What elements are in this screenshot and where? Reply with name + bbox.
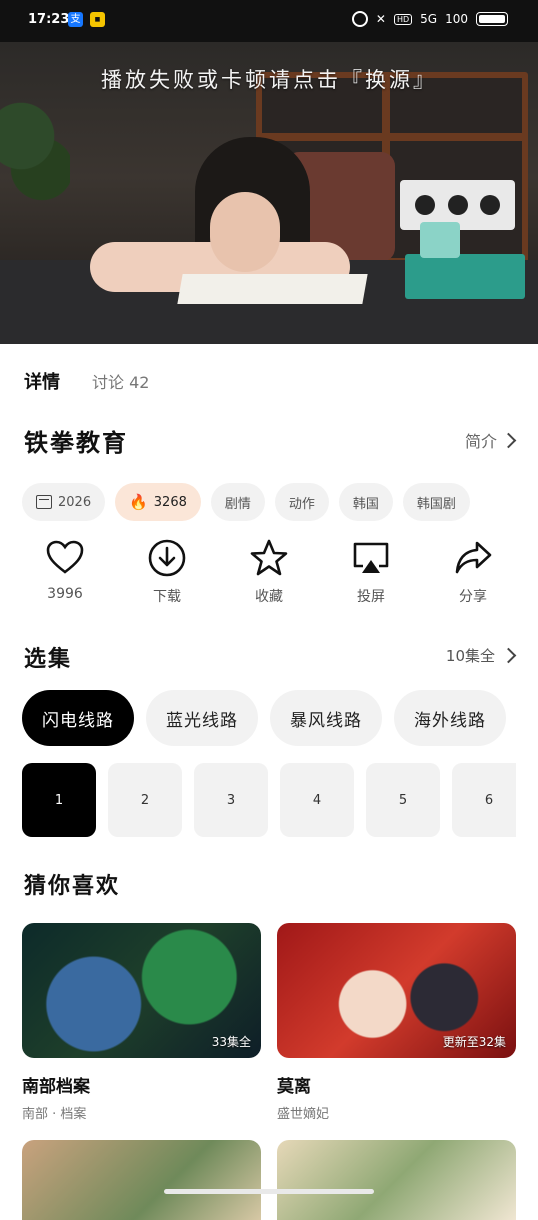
- battery-text: 100: [445, 12, 468, 26]
- signal-label: 5G: [420, 12, 438, 26]
- chevron-right-icon: [500, 432, 517, 448]
- recommend-card[interactable]: 更新至32集 莫离 盛世嫡妃: [277, 923, 516, 1122]
- recommend-grid: 33集全 南部档案 南部 · 档案 更新至32集 莫离 盛世嫡妃: [22, 923, 516, 1122]
- card-subtitle: 南部 · 档案: [22, 1107, 87, 1122]
- flame-icon: 🔥: [129, 493, 148, 511]
- episode-badge: 更新至32集: [442, 1035, 506, 1049]
- episodes-all-link[interactable]: 10集全: [445, 645, 517, 666]
- tab-discussion[interactable]: 讨论 42: [92, 369, 149, 393]
- app-badge-icon: ■: [90, 12, 105, 27]
- poster-image[interactable]: [22, 1140, 261, 1220]
- cast-label: 投屏: [357, 589, 385, 605]
- episode-item[interactable]: 6: [452, 763, 516, 837]
- heart-icon: [46, 540, 84, 574]
- recommend-title: 猜你喜欢: [24, 874, 121, 899]
- line-option[interactable]: 闪电线路: [22, 690, 134, 746]
- poster-image: 33集全: [22, 923, 261, 1058]
- episodes-title: 选集: [24, 647, 73, 672]
- show-title: 铁拳教育: [24, 429, 128, 457]
- recommend-card[interactable]: 33集全 南部档案 南部 · 档案: [22, 923, 261, 1122]
- category-chip[interactable]: 韩国剧: [402, 483, 470, 521]
- status-bar: 17:23 支 ■ ✕ HD 5G 100: [0, 0, 538, 42]
- episodes-count: 10集全: [445, 647, 495, 665]
- favorite-button[interactable]: 收藏: [224, 538, 314, 606]
- battery-icon: [476, 12, 508, 26]
- favorite-label: 收藏: [255, 589, 283, 605]
- year-chip[interactable]: 2026: [22, 483, 106, 521]
- books-scene: [405, 254, 525, 299]
- book-scene: [177, 274, 368, 304]
- region-chip[interactable]: 韩国: [338, 483, 393, 521]
- tag-list: 2026 🔥 3268 剧情 动作 韩国 韩国剧: [22, 483, 470, 521]
- intro-link[interactable]: 简介: [464, 428, 517, 452]
- plant-decoration: [0, 92, 70, 202]
- alipay-icon: 支: [68, 12, 83, 27]
- recommend-grid-row2: [22, 1140, 516, 1220]
- download-icon: [148, 539, 186, 577]
- alarm-icon: [351, 11, 368, 27]
- episode-item[interactable]: 1: [22, 763, 96, 837]
- action-bar: 3996 下载 收藏 投屏 分享: [20, 538, 518, 606]
- actor-face: [210, 192, 280, 272]
- change-source-tip[interactable]: 播放失败或卡顿请点击『换源』: [0, 64, 538, 94]
- line-option[interactable]: 海外线路: [394, 690, 506, 746]
- detail-tabs: 详情 讨论 42: [24, 368, 149, 394]
- download-label: 下载: [153, 589, 181, 605]
- hd-badge: HD: [393, 13, 413, 25]
- line-option[interactable]: 暴风线路: [270, 690, 382, 746]
- mute-icon: ✕: [375, 12, 386, 26]
- line-option[interactable]: 蓝光线路: [146, 690, 258, 746]
- cast-icon: [353, 542, 389, 573]
- genre-chip[interactable]: 动作: [274, 483, 329, 521]
- status-icons: ✕ HD 5G 100: [351, 11, 508, 27]
- chevron-right-icon: [500, 647, 517, 664]
- download-button[interactable]: 下载: [122, 538, 212, 606]
- intro-label: 简介: [464, 432, 497, 451]
- tab-details[interactable]: 详情: [24, 368, 60, 394]
- video-player[interactable]: 播放失败或卡顿请点击『换源』: [0, 42, 538, 344]
- share-button[interactable]: 分享: [428, 538, 518, 606]
- like-count: 3996: [47, 586, 83, 602]
- share-label: 分享: [459, 589, 487, 605]
- home-indicator[interactable]: [164, 1189, 374, 1194]
- star-icon: [250, 539, 288, 576]
- card-title: 南部档案: [22, 1077, 90, 1097]
- like-button[interactable]: 3996: [20, 538, 110, 606]
- episode-item[interactable]: 4: [280, 763, 354, 837]
- card-title: 莫离: [277, 1077, 311, 1097]
- mug-scene: [420, 222, 460, 258]
- card-subtitle: 盛世嫡妃: [277, 1107, 330, 1122]
- status-time: 17:23: [28, 12, 70, 27]
- episode-list: 1 2 3 4 5 6: [22, 763, 516, 837]
- cast-button[interactable]: 投屏: [326, 538, 416, 606]
- episode-item[interactable]: 5: [366, 763, 440, 837]
- genre-chip[interactable]: 剧情: [210, 483, 265, 521]
- episode-item[interactable]: 2: [108, 763, 182, 837]
- episode-item[interactable]: 3: [194, 763, 268, 837]
- poster-image[interactable]: [277, 1140, 516, 1220]
- share-icon: [455, 541, 492, 574]
- calendar-icon: [36, 495, 52, 509]
- heat-chip[interactable]: 🔥 3268: [115, 483, 201, 521]
- poster-image: 更新至32集: [277, 923, 516, 1058]
- source-lines: 闪电线路 蓝光线路 暴风线路 海外线路: [22, 690, 506, 746]
- year-label: 2026: [58, 494, 92, 510]
- heat-label: 3268: [153, 494, 187, 510]
- episode-badge: 33集全: [211, 1035, 251, 1049]
